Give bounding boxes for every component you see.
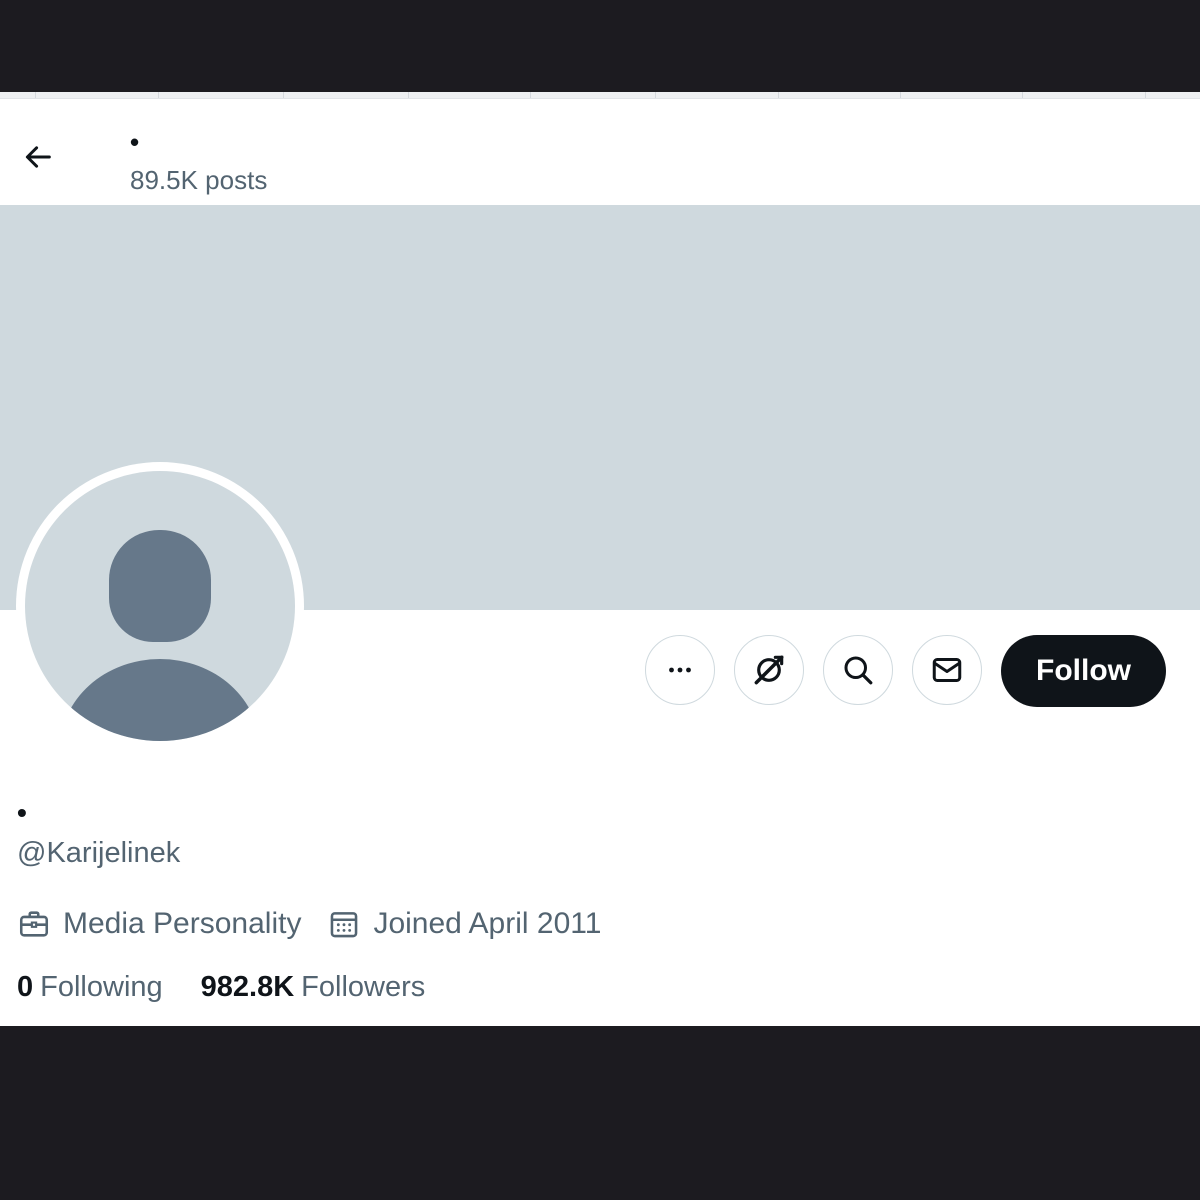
grok-button[interactable] [734,635,804,705]
default-avatar-body [60,659,260,741]
back-button[interactable] [12,131,64,183]
profile-display-name: • [17,797,27,828]
grok-icon [754,655,784,685]
arrow-left-icon [25,146,51,168]
profile-joined-label: Joined April 2011 [373,907,602,940]
briefcase-icon [19,911,49,937]
search-icon [844,656,873,685]
profile-stats: 0 Following 982.8K Followers [17,969,463,1005]
follow-button[interactable]: Follow [1001,635,1166,707]
following-link[interactable]: 0 Following [17,969,163,1005]
profile-meta: Media Personality Joined April 2011 [17,904,627,944]
header-post-count: 89.5K posts [130,165,268,195]
following-count: 0 [17,971,34,1003]
calendar-icon [331,912,358,938]
more-horizontal-icon [669,667,691,673]
default-avatar-head [109,530,211,642]
search-button[interactable] [823,635,893,705]
following-label: Following [40,971,163,1003]
profile-joined: Joined April 2011 [327,904,601,944]
followers-label: Followers [301,971,426,1003]
profile-page: • 89.5K posts Follow • @Karijelinek Medi… [0,92,1200,1026]
profile-header: • 89.5K posts [0,99,1200,205]
profile-category-label: Media Personality [63,907,302,940]
envelope-icon [932,658,962,682]
message-button[interactable] [912,635,982,705]
screenshot-frame: • 89.5K posts Follow • @Karijelinek Medi… [0,0,1200,1200]
profile-handle: @Karijelinek [17,837,181,869]
followers-count: 982.8K [200,971,295,1003]
followers-link[interactable]: 982.8K Followers [201,969,426,1005]
profile-category: Media Personality [17,904,301,944]
header-display-name: • [130,127,140,157]
more-button[interactable] [645,635,715,705]
browser-tab-strip [0,92,1200,99]
avatar[interactable] [25,471,295,741]
